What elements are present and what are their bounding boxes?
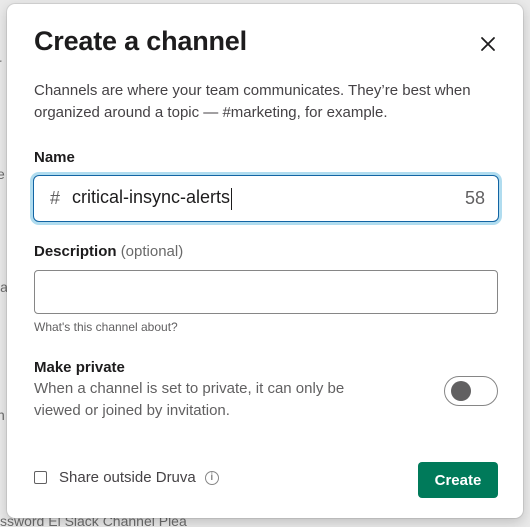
text-cursor (231, 187, 233, 210)
channel-name-text: critical-insync-alerts (72, 187, 231, 208)
create-button[interactable]: Create (418, 462, 498, 498)
info-icon[interactable]: i (204, 470, 219, 485)
close-icon (481, 37, 495, 51)
description-hint: What's this channel about? (34, 320, 178, 334)
make-private-label: Make private (34, 359, 125, 376)
modal-subtitle: Channels are where your team communicate… (34, 82, 471, 121)
name-label: Name (34, 149, 75, 166)
share-outside-option: Share outside Druva i (34, 469, 219, 486)
make-private-description: When a channel is set to private, it can… (34, 380, 345, 419)
share-outside-checkbox[interactable] (34, 471, 47, 484)
description-label: Description (optional) (34, 243, 183, 260)
modal-title: Create a channel (34, 26, 247, 56)
optional-tag: (optional) (120, 243, 184, 260)
background-text-fragment: h (0, 407, 5, 423)
hash-prefix: # (50, 188, 61, 208)
channel-name-value: critical-insync-alerts (72, 187, 233, 210)
character-counter: 58 (464, 188, 485, 208)
create-channel-modal: Create a channel Channels are where your… (7, 4, 523, 518)
background-text-fragment: r (0, 55, 2, 71)
channel-name-input[interactable]: # critical-insync-alerts 58 (33, 175, 499, 222)
toggle-knob (451, 381, 471, 401)
background-text-fragment: e (0, 166, 5, 182)
description-label-text: Description (34, 243, 117, 260)
close-button[interactable] (474, 30, 502, 58)
make-private-toggle[interactable] (444, 376, 498, 406)
description-input[interactable] (34, 270, 498, 314)
share-outside-label[interactable]: Share outside Druva (59, 469, 196, 486)
